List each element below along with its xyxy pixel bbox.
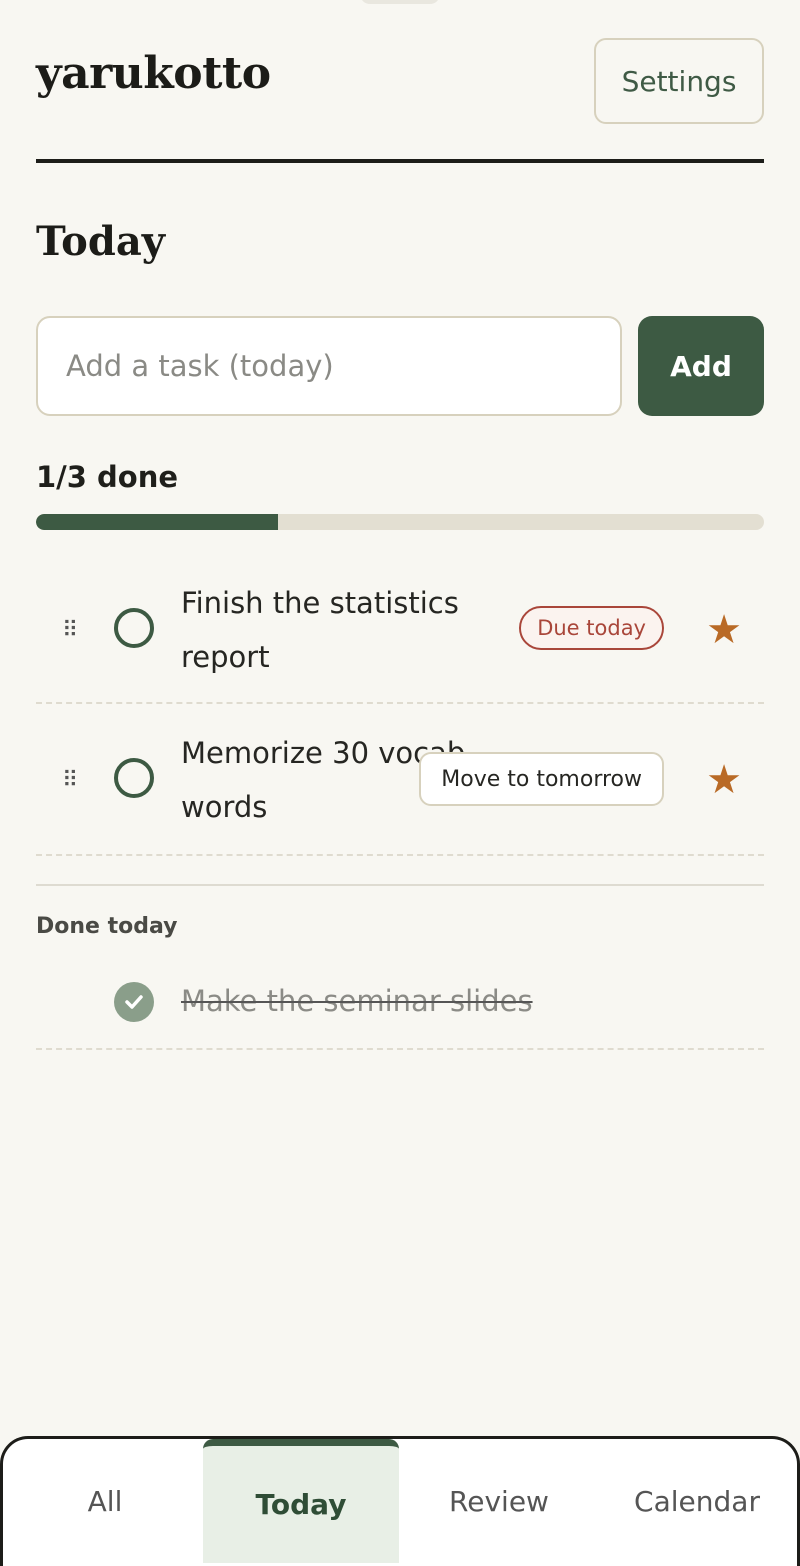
add-task-input[interactable] [36, 316, 622, 416]
tab-calendar[interactable]: Calendar [599, 1439, 795, 1563]
star-icon[interactable]: ★ [706, 610, 742, 650]
task-text[interactable]: Finish the statistics report [181, 576, 481, 684]
header-divider [36, 159, 764, 163]
section-divider [36, 884, 764, 886]
add-task-button[interactable]: Add [638, 316, 764, 416]
star-icon[interactable]: ★ [706, 760, 742, 800]
unchecked-circle-icon[interactable] [114, 758, 154, 798]
tab-all[interactable]: All [7, 1439, 203, 1563]
tab-review[interactable]: Review [401, 1439, 597, 1563]
app-title: yarukotto [36, 48, 271, 99]
unchecked-circle-icon[interactable] [114, 608, 154, 648]
due-today-badge: Due today [519, 606, 664, 650]
done-section-title: Done today [36, 914, 178, 939]
task-row[interactable]: ⠿ Finish the statistics report Due today… [36, 574, 764, 704]
tab-today[interactable]: Today [203, 1439, 399, 1563]
done-task-text[interactable]: Make the seminar slides [181, 984, 533, 1018]
top-sheet-handle [360, 0, 440, 4]
progress-bar-fill [36, 514, 279, 530]
progress-label: 1/3 done [36, 460, 179, 494]
move-to-tomorrow-button[interactable]: Move to tomorrow [419, 752, 664, 806]
settings-button[interactable]: Settings [594, 38, 764, 124]
drag-handle-icon[interactable]: ⠿ [62, 620, 78, 642]
drag-handle-icon[interactable]: ⠿ [62, 770, 78, 792]
task-row[interactable]: ⠿ Memorize 30 vocab words Move to tomorr… [36, 724, 764, 856]
progress-bar [36, 514, 764, 530]
bottom-tab-bar: All Today Review Calendar [0, 1436, 800, 1566]
done-task-row[interactable]: Make the seminar slides [36, 956, 764, 1050]
page-title: Today [36, 218, 165, 265]
check-icon[interactable] [114, 982, 154, 1022]
